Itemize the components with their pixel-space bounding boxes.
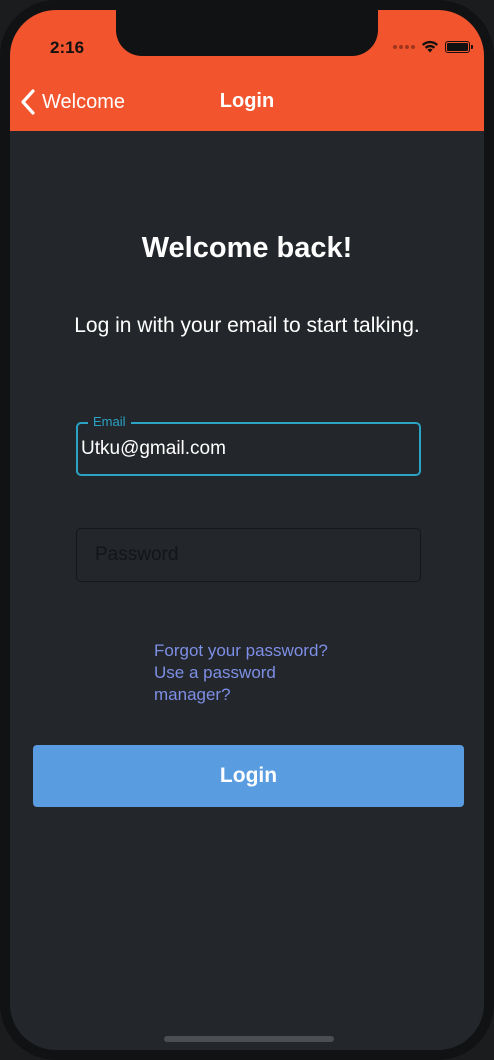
nav-header: 2:16 Welcome Login: [10, 10, 484, 131]
email-field[interactable]: Email: [76, 413, 421, 476]
help-links: Forgot your password? Use a password man…: [154, 640, 354, 706]
welcome-subtitle: Log in with your email to start talking.: [74, 314, 420, 337]
signal-icon: [393, 44, 415, 49]
password-manager-link[interactable]: Use a password manager?: [154, 662, 354, 706]
login-button[interactable]: Login: [33, 745, 464, 807]
status-time: 2:16: [50, 38, 85, 57]
email-input[interactable]: [81, 424, 409, 474]
password-field[interactable]: [76, 528, 421, 582]
password-input[interactable]: [93, 529, 410, 581]
page-title: Login: [219, 90, 275, 112]
device-notch: [116, 10, 378, 56]
device-frame: 2:16 Welcome Login Welcome back! Log in …: [0, 0, 494, 1060]
home-indicator: [164, 1036, 334, 1042]
battery-icon: [445, 40, 473, 53]
wifi-icon: [422, 40, 438, 53]
welcome-heading: Welcome back!: [141, 232, 353, 264]
forgot-password-link[interactable]: Forgot your password?: [154, 640, 354, 662]
screen: 2:16 Welcome Login Welcome back! Log in …: [10, 10, 484, 1050]
status-icons: [393, 40, 473, 53]
